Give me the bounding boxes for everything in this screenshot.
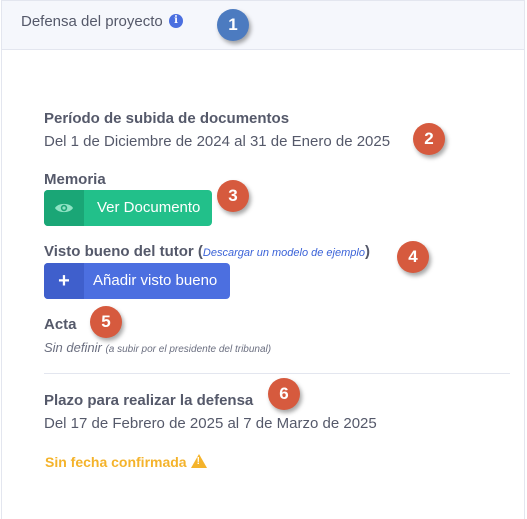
defense-deadline-value: Del 17 de Febrero de 2025 al 7 de Marzo …	[44, 415, 377, 432]
acta-label: Acta	[44, 316, 77, 333]
warning-icon	[190, 454, 207, 468]
step-badge-5: 5	[90, 306, 122, 338]
upload-period-label: Período de subida de documentos	[44, 110, 290, 127]
step-badge-6: 6	[268, 378, 300, 410]
memoria-label: Memoria	[44, 171, 106, 188]
card-header: Defensa del proyecto i	[2, 1, 524, 50]
status-text: Sin fecha confirmada	[45, 454, 187, 470]
acta-value: Sin definir	[44, 340, 102, 355]
view-document-button[interactable]: Ver Documento	[44, 190, 212, 226]
paren-close: )	[364, 243, 370, 260]
add-approval-button[interactable]: + Añadir visto bueno	[44, 263, 230, 299]
acta-value-row: Sin definir (a subir por el presidente d…	[44, 340, 271, 355]
step-badge-4: 4	[397, 241, 429, 273]
plus-icon: +	[44, 263, 84, 299]
header-title: Defensa del proyecto	[21, 13, 163, 30]
add-approval-label: Añadir visto bueno	[93, 272, 218, 289]
tutor-approval-label-row: Visto bueno del tutor (Descargar un mode…	[44, 243, 370, 260]
acta-note: (a subir por el presidente del tribunal)	[105, 344, 272, 355]
upload-period-value: Del 1 de Diciembre de 2024 al 31 de Ener…	[44, 133, 391, 150]
eye-icon	[44, 190, 84, 226]
step-badge-1: 1	[217, 9, 249, 41]
step-badge-3: 3	[217, 180, 249, 212]
status-warning: Sin fecha confirmada	[45, 453, 207, 470]
tutor-approval-label: Visto bueno del tutor	[44, 243, 194, 260]
view-document-label: Ver Documento	[97, 199, 201, 216]
info-icon[interactable]: i	[169, 14, 183, 28]
download-template-link[interactable]: Descargar un modelo de ejemplo	[203, 247, 365, 259]
defense-card: Defensa del proyecto i Período de subida…	[1, 0, 525, 519]
section-divider	[44, 373, 510, 374]
defense-deadline-label: Plazo para realizar la defensa	[44, 392, 254, 409]
step-badge-2: 2	[413, 123, 445, 155]
